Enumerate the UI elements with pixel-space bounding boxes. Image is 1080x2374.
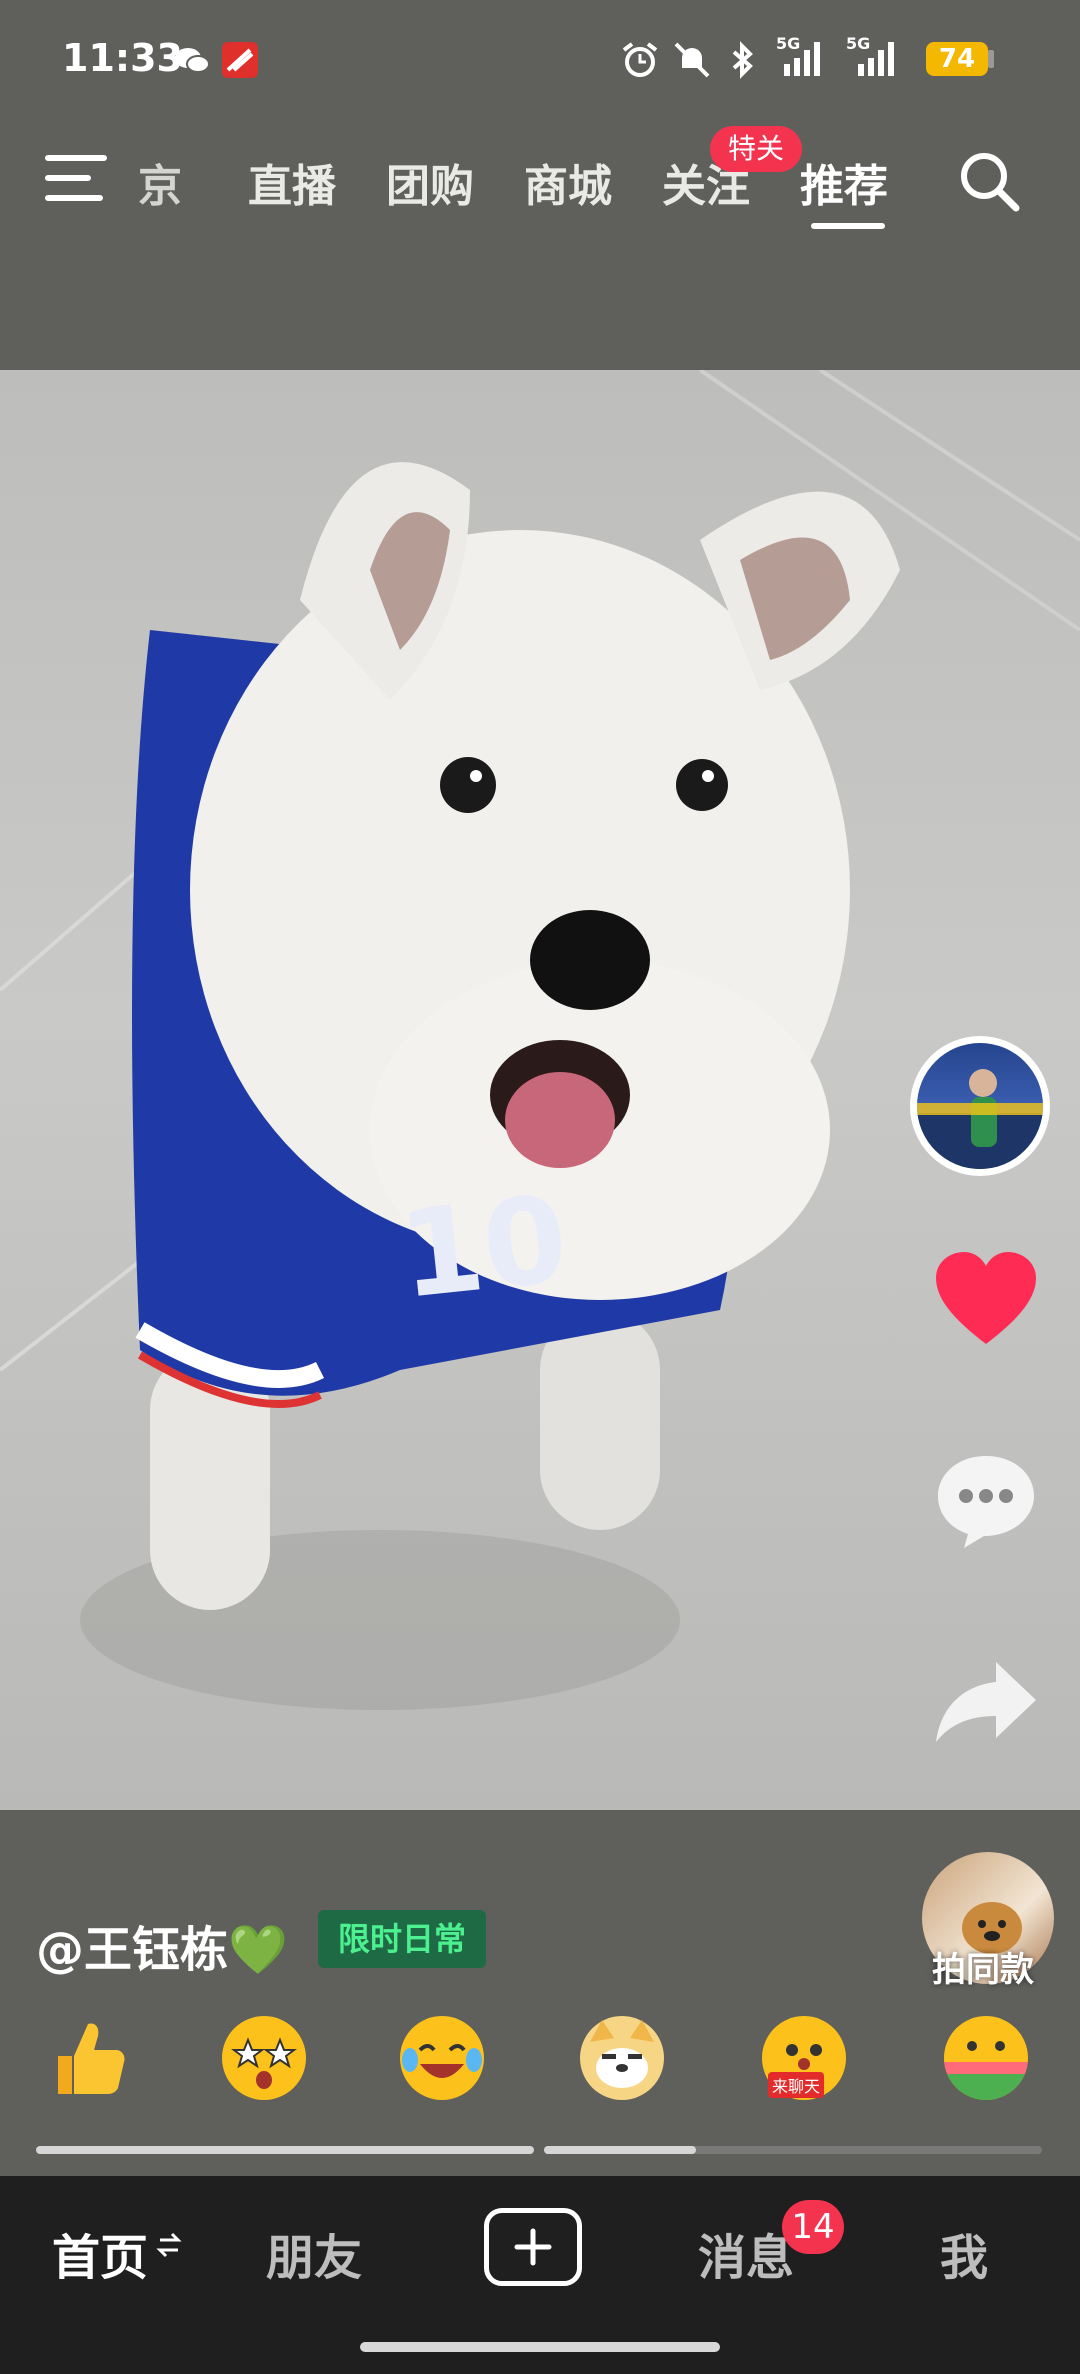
switch-arrows-icon[interactable] (156, 2230, 182, 2264)
app-notification-icon (220, 40, 260, 80)
like-heart-icon[interactable] (934, 1252, 1038, 1352)
search-icon[interactable] (954, 146, 1024, 220)
plus-icon (514, 2228, 552, 2266)
tab-group-buy[interactable]: 团购 (386, 150, 474, 214)
messages-badge: 14 (782, 2200, 844, 2254)
nav-me[interactable]: 我 (940, 2218, 988, 2288)
signal-5g-icon: 5G (776, 34, 832, 80)
status-time: 11:33 (62, 36, 183, 80)
tab-mall[interactable]: 商城 (524, 150, 612, 214)
special-follow-badge: 特关 (710, 126, 803, 172)
signal-5g-icon-2: 5G (846, 34, 908, 80)
comment-icon[interactable] (934, 1452, 1038, 1554)
menu-icon[interactable] (44, 152, 108, 208)
quick-emoji-bar (0, 2016, 1080, 2116)
home-indicator[interactable] (360, 2342, 720, 2352)
nav-friends[interactable]: 朋友 (266, 2218, 362, 2288)
creator-avatar[interactable] (910, 1036, 1050, 1176)
author-name[interactable]: @王钰栋💚 (36, 1910, 288, 1980)
tab-recommended[interactable]: 推荐 (800, 150, 888, 214)
alarm-icon (620, 40, 660, 80)
laughing-tears-icon[interactable] (400, 2016, 484, 2100)
avatar-image (917, 1043, 1043, 1169)
wechat-icon (172, 40, 212, 80)
status-bar: 11:33 5G 5G 74 (0, 0, 1080, 120)
battery-indicator: 74 (926, 42, 988, 76)
bluetooth-icon (722, 40, 762, 80)
chat-hug-icon[interactable]: 来聊天 (762, 2016, 846, 2100)
starry-eyes-icon[interactable] (222, 2016, 306, 2100)
battery-tip (988, 50, 994, 68)
share-icon[interactable] (934, 1660, 1038, 1748)
active-tab-indicator (811, 223, 885, 229)
create-post-button[interactable] (484, 2208, 582, 2286)
tag-badge[interactable]: 限时日常 (318, 1910, 487, 1968)
progress-segment-1 (36, 2146, 534, 2154)
nav-messages[interactable]: 消息 (698, 2218, 794, 2288)
nav-home[interactable]: 首页 (52, 2218, 148, 2288)
mute-bell-icon (672, 40, 712, 80)
same-style-label[interactable]: 拍同款 (932, 1942, 1034, 1991)
chat-hug-label: 来聊天 (768, 2072, 825, 2098)
jersey-number: 10 (393, 1170, 574, 1326)
thumbs-up-icon[interactable] (44, 2016, 128, 2100)
progress-segment-2-fill (544, 2146, 696, 2154)
watermelon-face-icon[interactable] (944, 2016, 1028, 2100)
doge-icon[interactable] (580, 2016, 664, 2100)
tab-local[interactable]: 京 (138, 150, 182, 214)
tab-live[interactable]: 直播 (248, 150, 336, 214)
